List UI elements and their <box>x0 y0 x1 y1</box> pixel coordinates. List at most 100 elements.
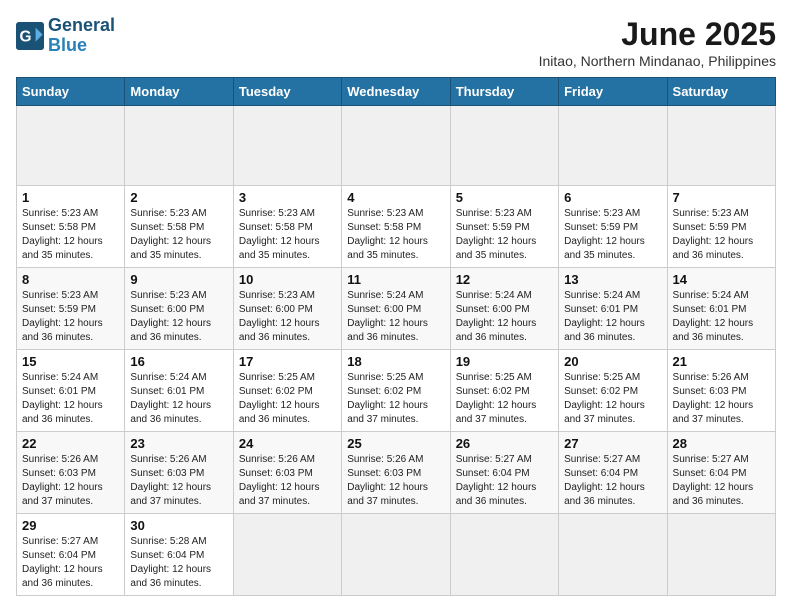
day-number: 14 <box>673 272 770 287</box>
day-number: 2 <box>130 190 227 205</box>
day-number: 7 <box>673 190 770 205</box>
day-info: Sunrise: 5:23 AM Sunset: 5:58 PM Dayligh… <box>347 207 444 263</box>
calendar-cell: 3 Sunrise: 5:23 AM Sunset: 5:58 PM Daylig… <box>233 186 341 268</box>
day-number: 10 <box>239 272 336 287</box>
day-info: Sunrise: 5:24 AM Sunset: 6:01 PM Dayligh… <box>673 289 770 345</box>
calendar-cell <box>233 106 341 186</box>
calendar-cell: 24Sunrise: 5:26 AM Sunset: 6:03 PM Dayli… <box>233 432 341 514</box>
day-info: Sunrise: 5:26 AM Sunset: 6:03 PM Dayligh… <box>347 453 444 509</box>
day-info: Sunrise: 5:28 AM Sunset: 6:04 PM Dayligh… <box>130 535 227 591</box>
day-info: Sunrise: 5:26 AM Sunset: 6:03 PM Dayligh… <box>22 453 119 509</box>
day-info: Sunrise: 5:23 AM Sunset: 5:58 PM Dayligh… <box>239 207 336 263</box>
day-number: 22 <box>22 436 119 451</box>
calendar-cell: 16 Sunrise: 5:24 AM Sunset: 6:01 PM Dayli… <box>125 350 233 432</box>
day-number: 5 <box>456 190 553 205</box>
calendar-cell: 25 Sunrise: 5:26 AM Sunset: 6:03 PM Dayli… <box>342 432 450 514</box>
day-info: Sunrise: 5:27 AM Sunset: 6:04 PM Dayligh… <box>22 535 119 591</box>
day-info: Sunrise: 5:24 AM Sunset: 6:01 PM Dayligh… <box>130 371 227 427</box>
weekday-header-monday: Monday <box>125 78 233 106</box>
svg-text:G: G <box>20 28 32 45</box>
day-info: Sunrise: 5:26 AM Sunset: 6:03 PM Dayligh… <box>130 453 227 509</box>
day-number: 12 <box>456 272 553 287</box>
day-info: Sunrise: 5:23 AM Sunset: 6:00 PM Dayligh… <box>239 289 336 345</box>
day-number: 28 <box>673 436 770 451</box>
calendar-cell <box>233 514 341 596</box>
calendar-cell: 4 Sunrise: 5:23 AM Sunset: 5:58 PM Daylig… <box>342 186 450 268</box>
day-info: Sunrise: 5:23 AM Sunset: 6:00 PM Dayligh… <box>130 289 227 345</box>
calendar-week-row: 29Sunrise: 5:27 AM Sunset: 6:04 PM Dayli… <box>17 514 776 596</box>
day-info: Sunrise: 5:23 AM Sunset: 5:59 PM Dayligh… <box>564 207 661 263</box>
day-info: Sunrise: 5:23 AM Sunset: 5:59 PM Dayligh… <box>456 207 553 263</box>
day-number: 1 <box>22 190 119 205</box>
calendar-week-row: 15 Sunrise: 5:24 AM Sunset: 6:01 PM Dayli… <box>17 350 776 432</box>
calendar-cell: 27 Sunrise: 5:27 AM Sunset: 6:04 PM Dayli… <box>559 432 667 514</box>
calendar-week-row: 8Sunrise: 5:23 AM Sunset: 5:59 PM Daylig… <box>17 268 776 350</box>
weekday-header-friday: Friday <box>559 78 667 106</box>
day-number: 26 <box>456 436 553 451</box>
calendar-cell: 6 Sunrise: 5:23 AM Sunset: 5:59 PM Daylig… <box>559 186 667 268</box>
day-number: 6 <box>564 190 661 205</box>
day-info: Sunrise: 5:27 AM Sunset: 6:04 PM Dayligh… <box>456 453 553 509</box>
day-number: 25 <box>347 436 444 451</box>
calendar-cell: 22 Sunrise: 5:26 AM Sunset: 6:03 PM Dayli… <box>17 432 125 514</box>
calendar-cell <box>342 106 450 186</box>
logo: G General Blue <box>16 16 115 56</box>
calendar-cell: 29Sunrise: 5:27 AM Sunset: 6:04 PM Dayli… <box>17 514 125 596</box>
weekday-header-row: SundayMondayTuesdayWednesdayThursdayFrid… <box>17 78 776 106</box>
weekday-header-tuesday: Tuesday <box>233 78 341 106</box>
page-header: G General Blue June 2025 Initao, Norther… <box>16 16 776 69</box>
calendar-cell <box>559 514 667 596</box>
day-info: Sunrise: 5:25 AM Sunset: 6:02 PM Dayligh… <box>239 371 336 427</box>
day-number: 8 <box>22 272 119 287</box>
day-info: Sunrise: 5:27 AM Sunset: 6:04 PM Dayligh… <box>673 453 770 509</box>
day-number: 13 <box>564 272 661 287</box>
calendar-cell: 12Sunrise: 5:24 AM Sunset: 6:00 PM Dayli… <box>450 268 558 350</box>
day-number: 15 <box>22 354 119 369</box>
calendar-cell: 17 Sunrise: 5:25 AM Sunset: 6:02 PM Dayli… <box>233 350 341 432</box>
calendar-cell: 9Sunrise: 5:23 AM Sunset: 6:00 PM Daylig… <box>125 268 233 350</box>
calendar-cell: 18Sunrise: 5:25 AM Sunset: 6:02 PM Dayli… <box>342 350 450 432</box>
day-number: 24 <box>239 436 336 451</box>
day-info: Sunrise: 5:24 AM Sunset: 6:01 PM Dayligh… <box>22 371 119 427</box>
day-info: Sunrise: 5:23 AM Sunset: 5:58 PM Dayligh… <box>22 207 119 263</box>
calendar-cell: 7 Sunrise: 5:23 AM Sunset: 5:59 PM Daylig… <box>667 186 775 268</box>
logo-text: General Blue <box>48 16 115 56</box>
day-info: Sunrise: 5:25 AM Sunset: 6:02 PM Dayligh… <box>564 371 661 427</box>
day-number: 3 <box>239 190 336 205</box>
day-number: 4 <box>347 190 444 205</box>
day-number: 19 <box>456 354 553 369</box>
location: Initao, Northern Mindanao, Philippines <box>539 53 776 69</box>
calendar-cell: 20 Sunrise: 5:25 AM Sunset: 6:02 PM Dayli… <box>559 350 667 432</box>
calendar-cell: 5 Sunrise: 5:23 AM Sunset: 5:59 PM Daylig… <box>450 186 558 268</box>
calendar-cell <box>667 514 775 596</box>
day-number: 20 <box>564 354 661 369</box>
calendar-cell: 28 Sunrise: 5:27 AM Sunset: 6:04 PM Dayli… <box>667 432 775 514</box>
calendar-cell: 26 Sunrise: 5:27 AM Sunset: 6:04 PM Dayli… <box>450 432 558 514</box>
month-title: June 2025 <box>539 16 776 53</box>
day-number: 17 <box>239 354 336 369</box>
weekday-header-thursday: Thursday <box>450 78 558 106</box>
day-number: 16 <box>130 354 227 369</box>
calendar-cell <box>342 514 450 596</box>
calendar-cell: 2Sunrise: 5:23 AM Sunset: 5:58 PM Daylig… <box>125 186 233 268</box>
logo-icon: G <box>16 22 44 50</box>
calendar-cell: 30Sunrise: 5:28 AM Sunset: 6:04 PM Dayli… <box>125 514 233 596</box>
day-number: 21 <box>673 354 770 369</box>
calendar-cell <box>125 106 233 186</box>
title-block: June 2025 Initao, Northern Mindanao, Phi… <box>539 16 776 69</box>
day-info: Sunrise: 5:27 AM Sunset: 6:04 PM Dayligh… <box>564 453 661 509</box>
day-info: Sunrise: 5:25 AM Sunset: 6:02 PM Dayligh… <box>347 371 444 427</box>
calendar-table: SundayMondayTuesdayWednesdayThursdayFrid… <box>16 77 776 596</box>
weekday-header-sunday: Sunday <box>17 78 125 106</box>
calendar-cell <box>17 106 125 186</box>
logo-line1: General <box>48 16 115 36</box>
calendar-cell <box>559 106 667 186</box>
day-info: Sunrise: 5:23 AM Sunset: 5:59 PM Dayligh… <box>673 207 770 263</box>
calendar-week-row: 1 Sunrise: 5:23 AM Sunset: 5:58 PM Daylig… <box>17 186 776 268</box>
calendar-cell: 8Sunrise: 5:23 AM Sunset: 5:59 PM Daylig… <box>17 268 125 350</box>
day-info: Sunrise: 5:24 AM Sunset: 6:00 PM Dayligh… <box>347 289 444 345</box>
calendar-cell <box>450 106 558 186</box>
weekday-header-wednesday: Wednesday <box>342 78 450 106</box>
day-info: Sunrise: 5:25 AM Sunset: 6:02 PM Dayligh… <box>456 371 553 427</box>
day-number: 27 <box>564 436 661 451</box>
